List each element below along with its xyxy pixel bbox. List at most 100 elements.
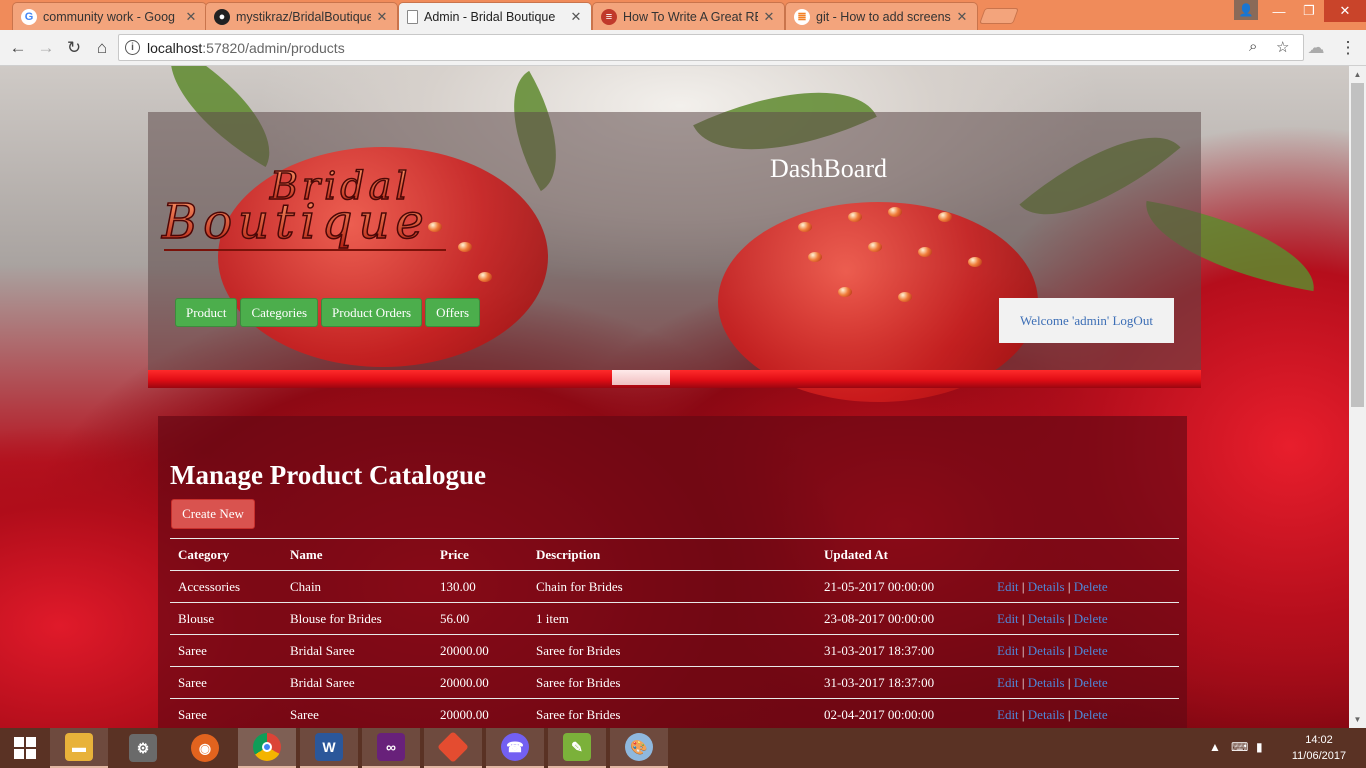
new-tab-button[interactable] — [979, 8, 1019, 24]
close-icon[interactable]: ✕ — [955, 9, 969, 25]
details-link[interactable]: Details — [1028, 643, 1065, 658]
vertical-scrollbar[interactable]: ▲ ▼ — [1349, 66, 1366, 728]
delete-link[interactable]: Delete — [1074, 675, 1108, 690]
browser-tab[interactable]: ≣ git - How to add screens ✕ — [785, 2, 978, 30]
browser-tab-active[interactable]: Admin - Bridal Boutique ✕ — [398, 2, 592, 30]
welcome-logout-link[interactable]: Welcome 'admin' LogOut — [999, 298, 1174, 343]
visual-studio-icon: ∞ — [377, 733, 405, 761]
scroll-up-icon[interactable]: ▲ — [1349, 66, 1366, 83]
separator: | — [1021, 610, 1025, 626]
url-text[interactable]: localhost:57820/admin/products — [147, 40, 345, 56]
droplet-decoration — [848, 212, 862, 222]
home-icon[interactable]: ⌂ — [90, 36, 114, 60]
system-clock[interactable]: 14:02 11/06/2017 — [1286, 732, 1352, 764]
menu-icon[interactable]: ⋮ — [1336, 36, 1360, 60]
github-icon: ● — [214, 8, 230, 25]
google-icon: G — [21, 8, 37, 25]
info-icon[interactable]: i — [125, 40, 140, 55]
keyboard-icon[interactable]: ⌨ — [1231, 740, 1248, 754]
restore-icon[interactable]: ❐ — [1294, 0, 1324, 22]
cell-description: 1 item — [528, 602, 816, 635]
taskbar-explorer[interactable]: ▬ — [50, 728, 108, 768]
start-button[interactable] — [0, 728, 50, 768]
divider-highlight — [612, 370, 670, 385]
taskbar-firefox[interactable]: ◉ — [176, 728, 234, 768]
details-link[interactable]: Details — [1028, 579, 1065, 594]
edit-link[interactable]: Edit — [997, 579, 1019, 594]
close-icon[interactable]: ✕ — [569, 9, 583, 25]
bookmark-star-icon[interactable]: ☆ — [1276, 38, 1289, 56]
nav-product-orders-button[interactable]: Product Orders — [321, 298, 423, 327]
taskbar-notepad[interactable]: ✎ — [548, 728, 606, 768]
word-icon: W — [315, 733, 343, 761]
browser-tab[interactable]: ≡ How To Write A Great RE ✕ — [592, 2, 785, 30]
edit-link[interactable]: Edit — [997, 611, 1019, 626]
droplet-decoration — [478, 272, 492, 282]
separator: | — [1067, 674, 1071, 690]
tray-chevron-icon[interactable]: ▲ — [1209, 740, 1221, 754]
browser-tab[interactable]: ● mystikraz/BridalBoutique ✕ — [205, 2, 398, 30]
details-link[interactable]: Details — [1028, 675, 1065, 690]
delete-link[interactable]: Delete — [1074, 643, 1108, 658]
minimize-icon[interactable]: — — [1264, 0, 1294, 22]
separator: | — [1021, 578, 1025, 594]
delete-link[interactable]: Delete — [1074, 707, 1108, 722]
cell-price: 20000.00 — [432, 698, 528, 728]
address-bar[interactable]: i localhost:57820/admin/products ⌕ ☆ — [118, 34, 1304, 61]
separator: | — [1067, 706, 1071, 722]
taskbar-app[interactable]: ⚙ — [114, 728, 172, 768]
taskbar-chrome[interactable] — [238, 728, 296, 768]
nav-offers-button[interactable]: Offers — [425, 298, 481, 327]
details-link[interactable]: Details — [1028, 707, 1065, 722]
details-link[interactable]: Details — [1028, 611, 1065, 626]
profile-icon[interactable]: 👤 — [1234, 0, 1258, 20]
table-row: Saree Saree 20000.00 Saree for Brides 02… — [170, 698, 1179, 728]
taskbar-word[interactable]: W — [300, 728, 358, 768]
windows-logo-icon — [14, 737, 36, 759]
edit-link[interactable]: Edit — [997, 675, 1019, 690]
forward-icon[interactable]: → — [34, 36, 58, 60]
page-icon — [407, 9, 418, 24]
droplet-decoration — [938, 212, 952, 222]
close-icon[interactable]: ✕ — [762, 9, 776, 25]
taskbar-paint[interactable]: 🎨 — [610, 728, 668, 768]
edit-link[interactable]: Edit — [997, 707, 1019, 722]
close-icon[interactable]: ✕ — [184, 9, 198, 25]
cell-updated: 31-03-2017 18:37:00 — [816, 634, 989, 667]
column-header: Category — [170, 538, 282, 571]
droplet-decoration — [918, 247, 932, 257]
cell-name: Bridal Saree — [282, 666, 432, 699]
nav-categories-button[interactable]: Categories — [240, 298, 319, 327]
chrome-icon — [253, 733, 281, 761]
dashboard-title: DashBoard — [770, 154, 887, 183]
scroll-down-icon[interactable]: ▼ — [1349, 711, 1366, 728]
cell-actions: Edit | Details | Delete — [989, 602, 1179, 635]
zoom-icon[interactable]: ⌕ — [1249, 38, 1257, 55]
taskbar-visual-studio[interactable]: ∞ — [362, 728, 420, 768]
edit-link[interactable]: Edit — [997, 643, 1019, 658]
paint-icon: 🎨 — [625, 733, 653, 761]
extension-icon[interactable]: ☁ — [1304, 36, 1328, 60]
droplet-decoration — [968, 257, 982, 267]
back-icon[interactable]: ← — [6, 36, 30, 60]
browser-tab[interactable]: G community work - Goog ✕ — [12, 2, 207, 30]
taskbar-git[interactable] — [424, 728, 482, 768]
create-new-button[interactable]: Create New — [171, 499, 255, 529]
window-close-icon[interactable]: ✕ — [1324, 0, 1366, 22]
bridal-boutique-logo[interactable]: Bridal Boutique — [161, 163, 452, 262]
nav-product-button[interactable]: Product — [175, 298, 238, 327]
droplet-decoration — [798, 222, 812, 232]
scrollbar-thumb[interactable] — [1351, 83, 1364, 407]
delete-link[interactable]: Delete — [1074, 579, 1108, 594]
delete-link[interactable]: Delete — [1074, 611, 1108, 626]
windows-taskbar: ▬ ⚙ ◉ W ∞ ☎ ✎ 🎨 ▲ ⌨ ▮ 14:02 11/06/2017 — [0, 728, 1366, 768]
separator: | — [1067, 642, 1071, 658]
taskbar-viber[interactable]: ☎ — [486, 728, 544, 768]
network-icon[interactable]: ▮ — [1256, 740, 1263, 754]
cell-category: Saree — [170, 634, 282, 667]
reload-icon[interactable]: ↻ — [62, 36, 86, 60]
close-icon[interactable]: ✕ — [375, 9, 389, 25]
cell-updated: 02-04-2017 00:00:00 — [816, 698, 989, 728]
cell-updated: 21-05-2017 00:00:00 — [816, 570, 989, 603]
divider-band — [148, 370, 1201, 388]
